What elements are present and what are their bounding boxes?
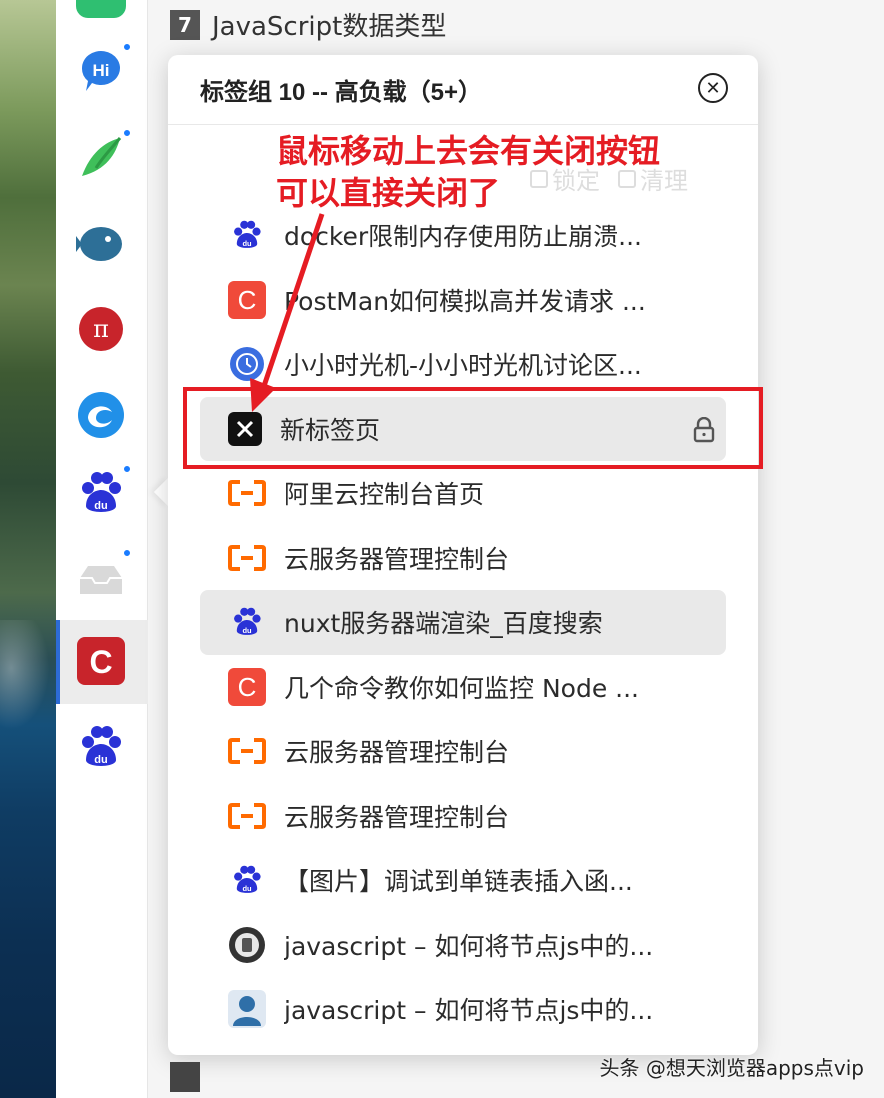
tab-item[interactable]: 云服务器管理控制台 [200,526,726,591]
tab-title: javascript – 如何将节点js中的... [284,931,654,961]
annotation-text: 鼠标移动上去会有关闭按钮 可以直接关闭了 [276,130,660,214]
tab-item[interactable]: javascript – 如何将节点js中的... [200,913,726,978]
tab-title: 小小时光机-小小时光机讨论区... [284,351,642,381]
notification-dot [122,128,132,138]
green-app-icon[interactable] [76,0,126,18]
group-number: 7 [170,9,200,40]
tab-item[interactable]: C PostMan如何模拟高并发请求 ... [200,268,726,333]
tab-item[interactable]: du 【图片】调试到单链表插入函... [200,848,726,913]
annotation-line-2: 可以直接关闭了 [276,174,501,212]
tab-title: javascript – 如何将节点js中的... [284,996,654,1026]
baidu-icon: du [228,216,266,254]
notification-dot [122,42,132,52]
svg-text:C: C [238,672,257,702]
aliyun-icon [228,797,266,835]
tab-item[interactable]: C 几个命令教你如何监控 Node ... [200,655,726,720]
background-group-item[interactable]: 7 JavaScript数据类型 [170,6,446,43]
csdn-icon: C [228,667,266,706]
close-icon[interactable]: ✕ [698,73,728,103]
group-number [170,1062,200,1092]
green-bird-icon[interactable] [76,128,132,182]
group-title: JavaScript数据类型 [212,12,447,42]
notification-dot [122,548,132,558]
aliyun-icon [228,474,266,512]
app-sidebar: Hi π du C du [56,0,148,1098]
svg-text:du: du [242,626,252,635]
popup-header: 标签组 10 -- 高负载（5+） ✕ [168,55,758,125]
tab-title: PostMan如何模拟高并发请求 ... [284,286,646,316]
svg-text:du: du [94,500,107,512]
tab-item[interactable]: javascript – 如何将节点js中的... [200,977,726,1042]
highlight-frame [183,387,763,469]
tab-title: 阿里云控制台首页 [284,480,485,510]
svg-text:C: C [89,644,112,680]
tab-title: 【图片】调试到单链表插入函... [284,867,633,897]
notification-dot [122,464,132,474]
tab-title: 云服务器管理控制台 [284,544,510,574]
tab-item[interactable]: du nuxt服务器端渲染_百度搜索 [200,590,726,655]
popup-title: 标签组 10 -- 高负载（5+） [200,79,483,106]
csdn-icon: C [228,280,266,319]
baidu-app-icon-2[interactable]: du [76,722,126,772]
csdn-app-icon[interactable]: C [76,636,126,686]
baidu-icon: du [228,603,266,641]
svg-text:du: du [94,754,107,766]
tab-item[interactable]: 阿里云控制台首页 [200,461,726,526]
desktop-wallpaper [0,0,56,1098]
svg-text:du: du [242,239,252,248]
blue-fish-icon[interactable] [76,218,126,268]
background-group-item-bottom[interactable] [170,1062,200,1092]
svg-text:Hi: Hi [93,61,110,80]
blue-swirl-icon[interactable] [76,390,126,440]
inbox-icon[interactable] [76,548,132,602]
tab-title: 云服务器管理控制台 [284,802,510,832]
tab-title: 云服务器管理控制台 [284,738,510,768]
aliyun-icon [228,539,266,577]
tab-list: du docker限制内存使用防止崩溃... C PostMan如何模拟高并发请… [200,203,726,1042]
stackoverflow-icon [228,926,266,964]
baidu-icon: du [228,861,266,899]
tab-title: nuxt服务器端渲染_百度搜索 [284,609,603,639]
svg-text:du: du [242,884,252,893]
pi-icon[interactable]: π [76,304,126,354]
aliyun-icon [228,732,266,770]
watermark: 头条 @想天浏览器apps点vip [599,1056,864,1080]
tab-item[interactable]: 云服务器管理控制台 [200,719,726,784]
tab-item[interactable]: 云服务器管理控制台 [200,784,726,849]
baidu-app-icon[interactable]: du [76,464,132,518]
hi-chat-icon[interactable]: Hi [76,42,132,96]
tab-title: 几个命令教你如何监控 Node ... [284,673,639,703]
annotation-line-1: 鼠标移动上去会有关闭按钮 [276,132,661,170]
svg-text:C: C [238,285,257,315]
user-icon [228,990,266,1029]
clock-icon [228,345,266,383]
svg-text:π: π [93,315,109,343]
